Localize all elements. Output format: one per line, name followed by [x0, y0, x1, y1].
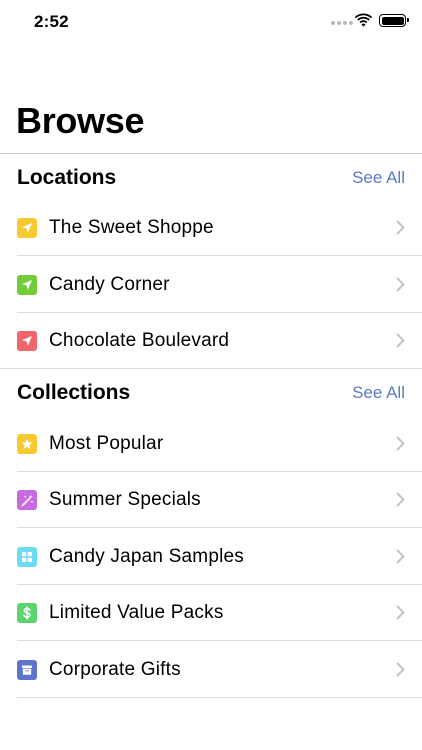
- row-separator: [0, 368, 422, 369]
- archive-box-icon: [17, 660, 37, 680]
- list-item-label: Limited Value Packs: [49, 602, 224, 623]
- locations-section-header: Locations See All: [0, 158, 422, 198]
- star-icon: [17, 434, 37, 454]
- collection-row-limited-value-packs[interactable]: Limited Value Packs: [0, 585, 422, 641]
- wifi-icon: [355, 13, 372, 27]
- browse-screen: 2:52 Browse Locations See All The Sweet …: [0, 0, 422, 750]
- location-arrow-icon: [17, 218, 37, 238]
- row-separator: [17, 640, 422, 641]
- row-separator: [17, 527, 422, 528]
- chevron-right-icon: [396, 277, 405, 292]
- list-item-label: Candy Japan Samples: [49, 546, 244, 567]
- locations-section-title: Locations: [17, 166, 117, 189]
- collections-section-header: Collections See All: [0, 373, 422, 413]
- collection-row-corporate-gifts[interactable]: Corporate Gifts: [0, 642, 422, 698]
- collections-section-title: Collections: [17, 381, 131, 404]
- magic-wand-icon: [17, 490, 37, 510]
- chevron-right-icon: [396, 549, 405, 564]
- list-item-label: Chocolate Boulevard: [49, 330, 230, 351]
- collections-see-all-link[interactable]: See All: [352, 373, 405, 413]
- locations-see-all-link[interactable]: See All: [352, 158, 405, 198]
- chevron-right-icon: [396, 492, 405, 507]
- dollar-icon: [17, 603, 37, 623]
- page-title: Browse: [16, 100, 145, 141]
- list-item-label: Summer Specials: [49, 489, 201, 510]
- chevron-right-icon: [396, 662, 405, 677]
- cellular-signal-icon: [331, 21, 353, 25]
- chevron-right-icon: [396, 333, 405, 348]
- chevron-right-icon: [396, 436, 405, 451]
- chevron-right-icon: [396, 220, 405, 235]
- collection-row-summer-specials[interactable]: Summer Specials: [0, 472, 422, 528]
- location-arrow-icon: [17, 331, 37, 351]
- status-time: 2:52: [34, 12, 69, 31]
- list-item-label: Most Popular: [49, 433, 164, 454]
- battery-icon: [379, 14, 409, 27]
- title-divider: [0, 153, 422, 154]
- list-item-label: The Sweet Shoppe: [49, 217, 214, 238]
- location-row-chocolate-boulevard[interactable]: Chocolate Boulevard: [0, 313, 422, 369]
- collection-row-most-popular[interactable]: Most Popular: [0, 416, 422, 472]
- list-item-label: Corporate Gifts: [49, 659, 181, 680]
- row-separator: [17, 697, 422, 698]
- location-row-candy-corner[interactable]: Candy Corner: [0, 257, 422, 313]
- status-bar: 2:52: [0, 0, 422, 44]
- grid-icon: [17, 547, 37, 567]
- chevron-right-icon: [396, 605, 405, 620]
- row-separator: [17, 255, 422, 256]
- location-row-the-sweet-shoppe[interactable]: The Sweet Shoppe: [0, 200, 422, 256]
- collection-row-candy-japan-samples[interactable]: Candy Japan Samples: [0, 529, 422, 585]
- list-item-label: Candy Corner: [49, 274, 170, 295]
- location-arrow-icon: [17, 275, 37, 295]
